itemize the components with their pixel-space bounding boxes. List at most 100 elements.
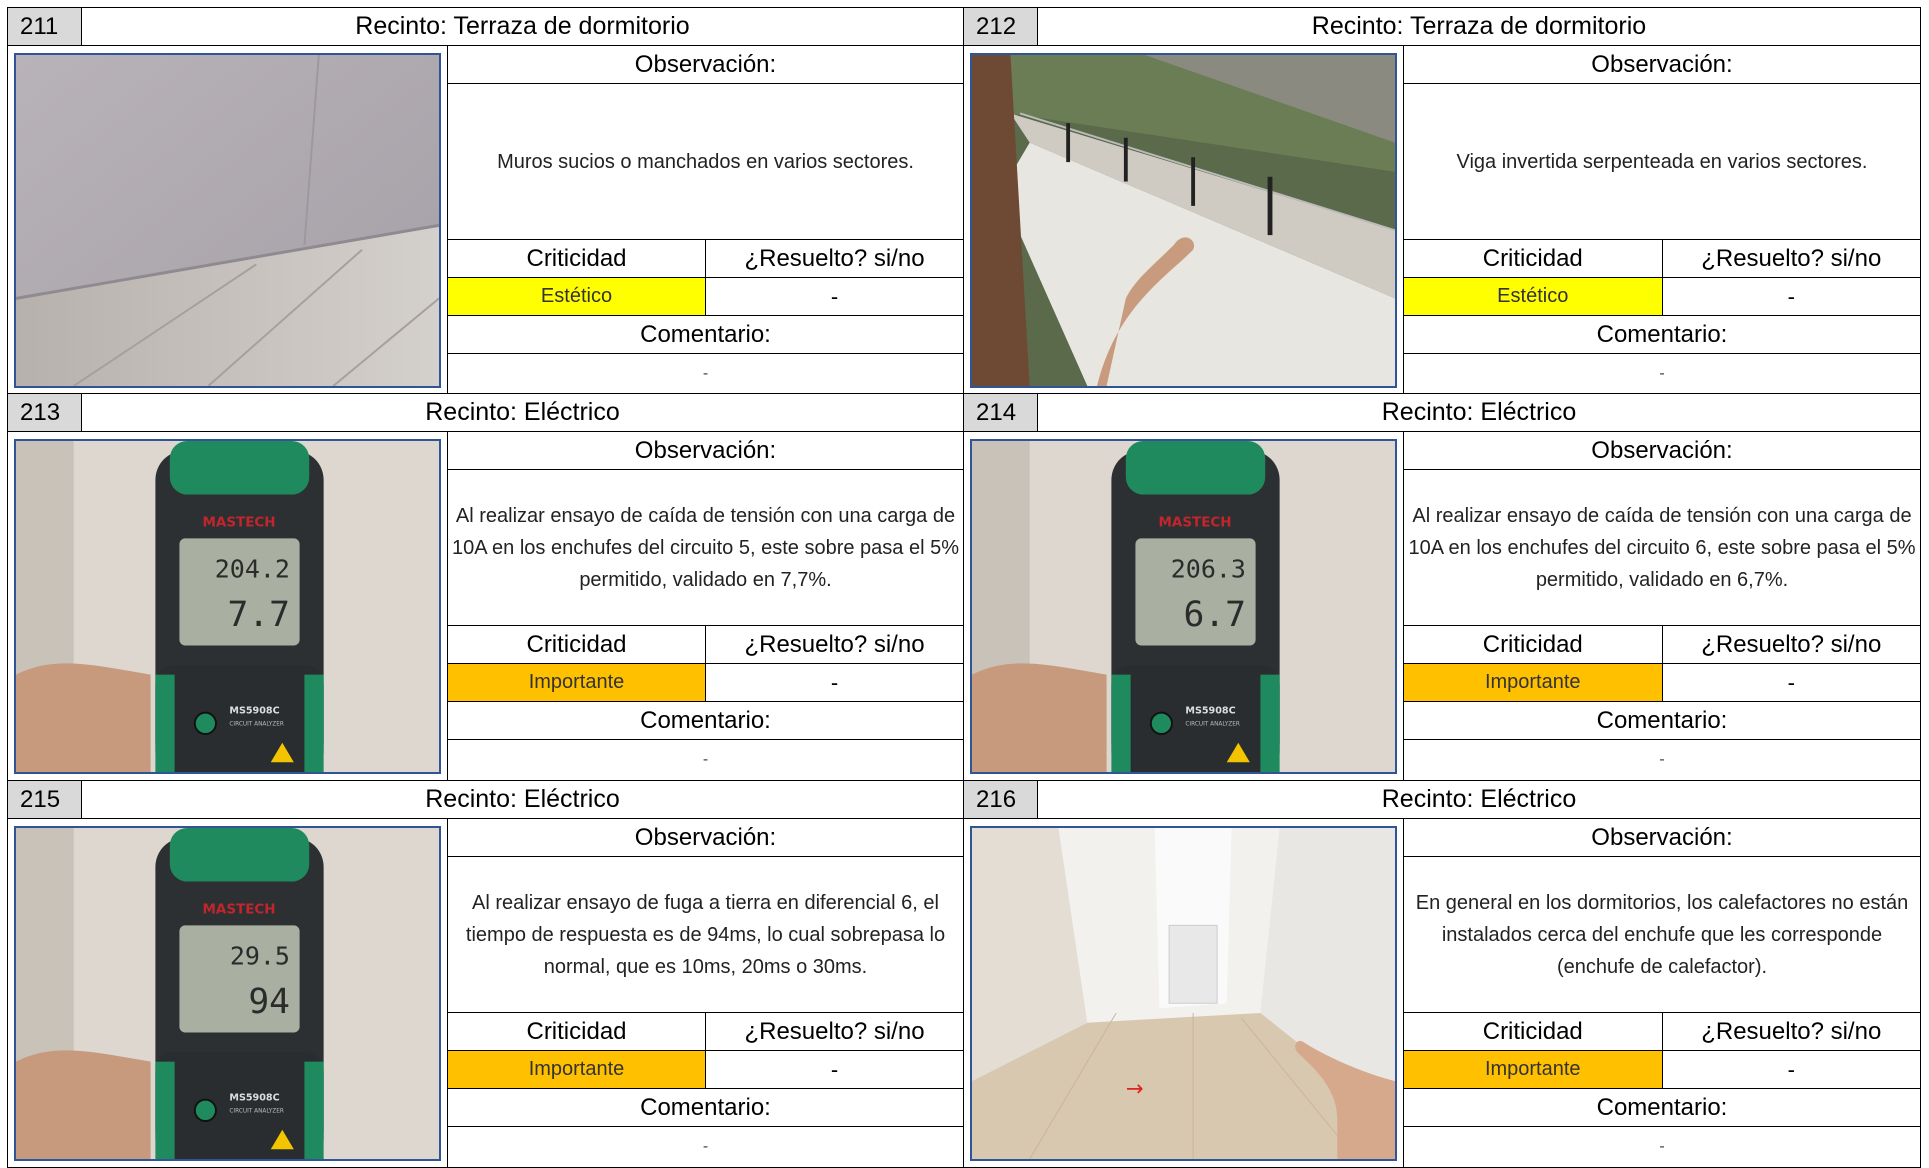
observation-label: Observación: <box>1404 46 1920 84</box>
room-title: Recinto: Terraza de dormitorio <box>355 12 690 40</box>
svg-text:→: → <box>1126 1077 1144 1102</box>
criticidad-label: Criticidad <box>526 630 627 658</box>
photo-cell <box>964 46 1404 394</box>
observation-text: Al realizar ensayo de caída de tensión c… <box>1404 470 1920 626</box>
card-row: 215 Recinto: Eléctrico MASTECH 29.5 94 M… <box>7 781 1922 1168</box>
resuelto-label: ¿Resuelto? si/no <box>705 626 963 663</box>
criticidad-value: Importante <box>448 664 705 701</box>
observation-card: 214 Recinto: Eléctrico MASTECH 206.3 6.7… <box>964 394 1921 781</box>
observation-card: 215 Recinto: Eléctrico MASTECH 29.5 94 M… <box>7 781 964 1168</box>
item-number: 215 <box>8 781 82 818</box>
observation-text: En general en los dormitorios, los calef… <box>1404 857 1920 1013</box>
meter-brand-label: MASTECH <box>203 515 276 531</box>
observation-text: Muros sucios o manchados en varios secto… <box>448 84 963 240</box>
resuelto-value: - <box>1661 1051 1921 1088</box>
criticidad-header-row: Criticidad ¿Resuelto? si/no <box>448 626 963 664</box>
criticidad-value-row: Importante - <box>1404 1051 1920 1089</box>
criticidad-value: Estético <box>1404 278 1662 315</box>
comentario-label: Comentario: <box>1404 1089 1920 1127</box>
card-body: Observación: Viga invertida serpenteada … <box>964 46 1920 394</box>
card-header: 215 Recinto: Eléctrico <box>8 781 963 819</box>
comentario-text: - <box>1659 365 1665 382</box>
comentario-label: Comentario: <box>1404 316 1920 354</box>
comentario-text: - <box>702 751 709 768</box>
observation-label: Observación: <box>448 819 963 857</box>
meter-photo: MASTECH 206.3 6.7 MS5908C CIRCUIT ANALYZ… <box>970 439 1397 774</box>
meter-reading-main: 94 <box>248 982 290 1022</box>
criticidad-header-row: Criticidad ¿Resuelto? si/no <box>1404 240 1920 278</box>
observation-card: 213 Recinto: Eléctrico MASTECH 204.2 7.7… <box>7 394 964 781</box>
resuelto-label: ¿Resuelto? si/no <box>705 240 963 277</box>
meter-model-label: MS5908C <box>1185 706 1235 717</box>
item-number: 212 <box>964 8 1038 45</box>
criticidad-value: Importante <box>1404 664 1662 701</box>
room-title: Recinto: Eléctrico <box>425 785 620 813</box>
card-header: 212 Recinto: Terraza de dormitorio <box>964 8 1920 46</box>
resuelto-value: - <box>1661 664 1921 701</box>
resuelto-label: ¿Resuelto? si/no <box>1661 1013 1921 1050</box>
photo-cell: → <box>964 819 1404 1167</box>
details-panel: Observación: Al realizar ensayo de fuga … <box>448 819 963 1167</box>
observation-card: 212 Recinto: Terraza de dormitorio Obser… <box>964 7 1921 394</box>
meter-model-sublabel: CIRCUIT ANALYZER <box>229 721 283 727</box>
card-row: 211 Recinto: Terraza de dormitorio Obser… <box>7 7 1922 394</box>
criticidad-header-row: Criticidad ¿Resuelto? si/no <box>448 240 963 278</box>
resuelto-value: - <box>705 1051 963 1088</box>
terrace-photo <box>970 53 1397 388</box>
meter-photo: MASTECH 204.2 7.7 MS5908C CIRCUIT ANALYZ… <box>14 439 441 774</box>
wall-photo <box>14 53 441 388</box>
meter-reading-main: 7.7 <box>227 595 289 635</box>
room-title: Recinto: Eléctrico <box>1381 785 1577 813</box>
criticidad-header-row: Criticidad ¿Resuelto? si/no <box>1404 626 1920 664</box>
comentario-text: - <box>702 365 709 382</box>
comentario-label: Comentario: <box>1404 702 1920 740</box>
comentario-label: Comentario: <box>448 702 963 740</box>
observation-card: 211 Recinto: Terraza de dormitorio Obser… <box>7 7 964 394</box>
item-number: 216 <box>964 781 1038 818</box>
card-body: MASTECH 206.3 6.7 MS5908C CIRCUIT ANALYZ… <box>964 432 1920 780</box>
room-title: Recinto: Terraza de dormitorio <box>1311 12 1647 40</box>
card-body: Observación: Muros sucios o manchados en… <box>8 46 963 394</box>
meter-brand-label: MASTECH <box>203 902 276 918</box>
item-number: 213 <box>8 394 82 431</box>
meter-photo: MASTECH 29.5 94 MS5908C CIRCUIT ANALYZER <box>14 826 441 1161</box>
item-number: 211 <box>8 8 82 45</box>
photo-cell: MASTECH 29.5 94 MS5908C CIRCUIT ANALYZER <box>8 819 448 1167</box>
observation-label: Observación: <box>1404 819 1920 857</box>
observation-label: Observación: <box>448 432 963 470</box>
card-header: 214 Recinto: Eléctrico <box>964 394 1920 432</box>
item-number: 214 <box>964 394 1038 431</box>
meter-model-sublabel: CIRCUIT ANALYZER <box>229 1108 283 1114</box>
observation-text: Viga invertida serpenteada en varios sec… <box>1404 84 1920 240</box>
bedroom-photo: → <box>970 826 1397 1161</box>
inspection-sheet: 211 Recinto: Terraza de dormitorio Obser… <box>7 7 1922 1168</box>
details-panel: Observación: Viga invertida serpenteada … <box>1404 46 1920 394</box>
meter-model-sublabel: CIRCUIT ANALYZER <box>1185 721 1239 727</box>
observation-card: 216 Recinto: Eléctrico → Observación: En… <box>964 781 1921 1168</box>
criticidad-label: Criticidad <box>1482 244 1583 272</box>
card-header: 213 Recinto: Eléctrico <box>8 394 963 432</box>
resuelto-value: - <box>1661 278 1921 315</box>
criticidad-value: Importante <box>1404 1051 1662 1088</box>
observation-text: Al realizar ensayo de caída de tensión c… <box>448 470 963 626</box>
card-row: 213 Recinto: Eléctrico MASTECH 204.2 7.7… <box>7 394 1922 781</box>
resuelto-value: - <box>705 278 963 315</box>
criticidad-value-row: Estético - <box>1404 278 1920 316</box>
observation-text: Al realizar ensayo de fuga a tierra en d… <box>448 857 963 1013</box>
card-body: MASTECH 29.5 94 MS5908C CIRCUIT ANALYZER… <box>8 819 963 1167</box>
comentario-label: Comentario: <box>448 1089 963 1127</box>
criticidad-header-row: Criticidad ¿Resuelto? si/no <box>1404 1013 1920 1051</box>
resuelto-label: ¿Resuelto? si/no <box>705 1013 963 1050</box>
resuelto-label: ¿Resuelto? si/no <box>1661 626 1921 663</box>
card-body: → Observación: En general en los dormito… <box>964 819 1920 1167</box>
observation-label: Observación: <box>448 46 963 84</box>
meter-reading-top: 29.5 <box>230 941 290 970</box>
criticidad-value-row: Importante - <box>448 664 963 702</box>
criticidad-value-row: Importante - <box>448 1051 963 1089</box>
meter-reading-top: 204.2 <box>215 554 290 583</box>
criticidad-label: Criticidad <box>1482 1017 1583 1045</box>
resuelto-value: - <box>705 664 963 701</box>
card-body: MASTECH 204.2 7.7 MS5908C CIRCUIT ANALYZ… <box>8 432 963 780</box>
photo-cell: MASTECH 206.3 6.7 MS5908C CIRCUIT ANALYZ… <box>964 432 1404 780</box>
meter-brand-label: MASTECH <box>1159 515 1232 531</box>
